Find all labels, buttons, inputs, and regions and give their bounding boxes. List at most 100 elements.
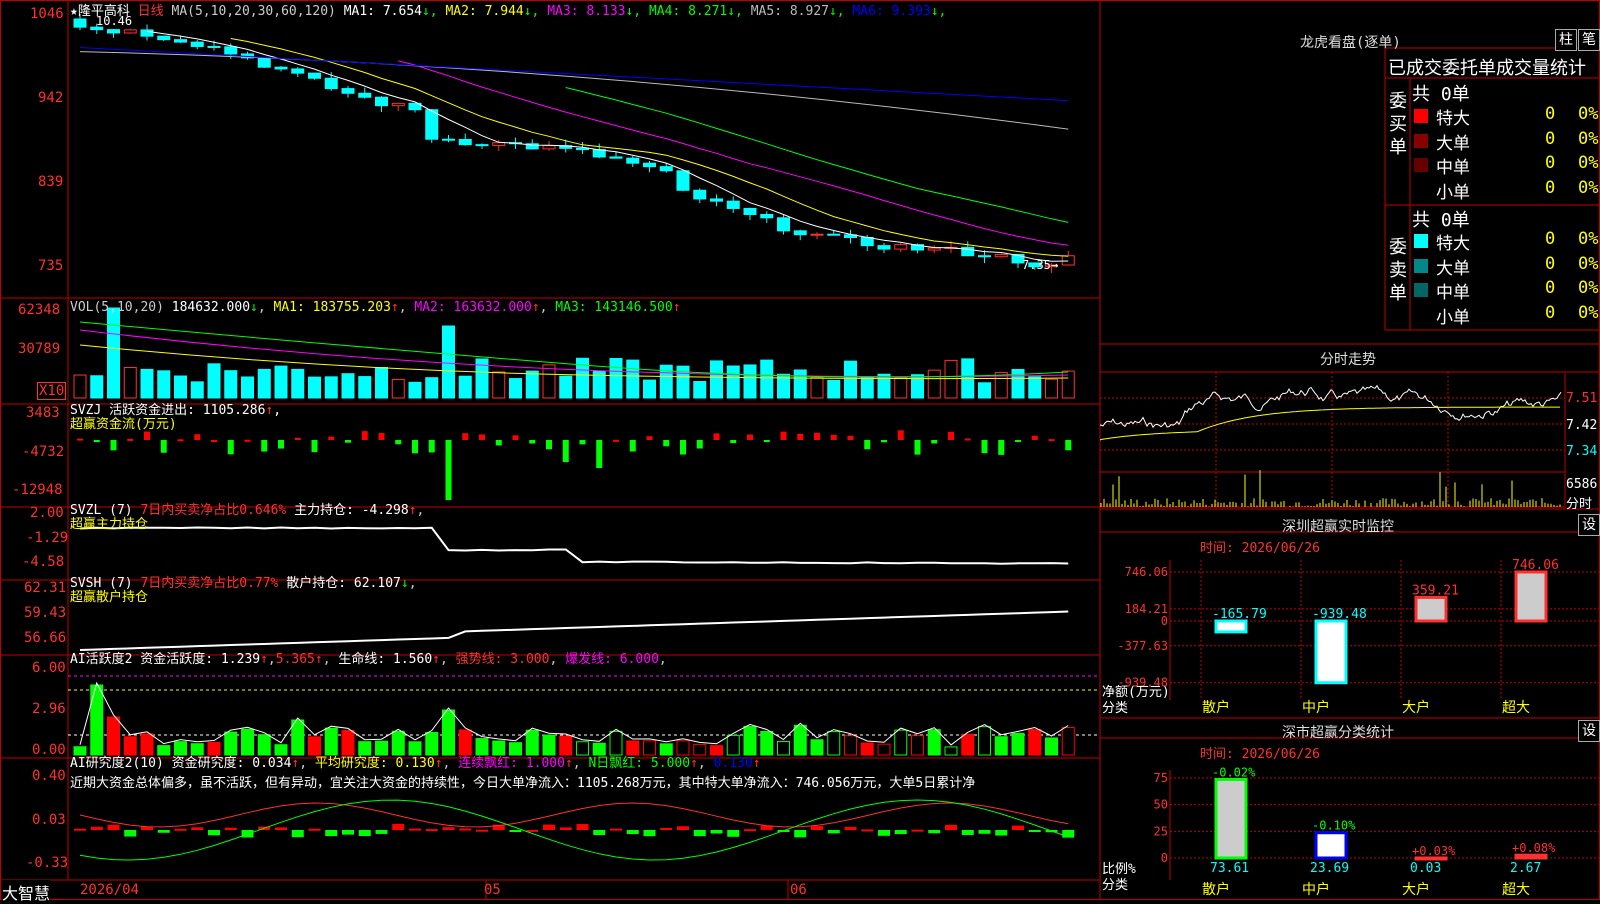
svzl-axis-2: -1.29	[26, 530, 69, 546]
ai2-bar	[928, 830, 941, 834]
svzj-bar	[948, 431, 954, 440]
monitor-axis-3: -377.63	[1117, 639, 1168, 653]
price-axis-3: 839	[38, 174, 64, 190]
candle-body	[1061, 255, 1075, 266]
buy-row-v: 0	[1545, 177, 1556, 198]
svzj-bar	[194, 434, 201, 440]
candle-body	[358, 92, 372, 98]
sell-row-name: 大单	[1436, 258, 1470, 279]
vol-bar	[944, 359, 958, 399]
vol-bar	[174, 375, 187, 399]
monitor-category-label: 大户	[1402, 699, 1430, 716]
classify-settings-button[interactable]: 设	[1578, 720, 1600, 742]
price-axis-4: 735	[38, 258, 64, 274]
classify-bar-散户	[1214, 777, 1248, 860]
candle-body	[609, 156, 623, 159]
monitor-settings-button[interactable]: 设	[1578, 514, 1600, 536]
lhb-subtitle: 已成交委托单成交量统计	[1388, 58, 1586, 79]
ai1-bar	[961, 733, 975, 756]
ai2-bar	[978, 830, 991, 834]
vol-bar	[207, 363, 221, 399]
ai2-bar	[945, 824, 957, 830]
ai1-bar	[90, 684, 104, 756]
svzj-bar	[780, 431, 787, 440]
tick-mode-button[interactable]: 笔	[1578, 29, 1600, 51]
svzj-bar	[546, 440, 552, 450]
ai2-bar	[626, 830, 639, 835]
vol-bar	[90, 375, 104, 399]
candle-body	[860, 237, 874, 247]
ma-line-2	[230, 38, 1069, 257]
vol-bar	[341, 373, 355, 399]
svsh-sub: 超赢散户持仓	[70, 590, 149, 605]
svzj-bar	[395, 440, 402, 445]
candle-body	[927, 247, 941, 251]
vol-bar	[1045, 378, 1058, 399]
ai2-bar	[844, 826, 857, 830]
candle-body	[123, 29, 137, 34]
svzj-bar	[814, 432, 820, 440]
ai1-bar	[810, 739, 824, 756]
svzj-bar	[998, 440, 1005, 455]
ma-line-5	[79, 51, 1069, 130]
candle-body	[73, 18, 87, 28]
vol-bar	[559, 375, 573, 399]
ai2-bar	[894, 830, 907, 835]
vol-axis-1: 62348	[18, 302, 61, 318]
vol-bar	[643, 379, 656, 399]
ai2-bar	[559, 827, 572, 830]
vol-bar	[810, 376, 824, 399]
vol-bar	[140, 368, 154, 399]
ai2-bar	[593, 830, 606, 836]
buy-row-name: 特大	[1436, 109, 1470, 129]
brand-label[interactable]: 大智慧	[2, 880, 51, 904]
sell-row-name: 中单	[1436, 283, 1470, 303]
vol-bar	[308, 376, 321, 399]
svsh-line	[79, 610, 1069, 651]
svzj-bar	[830, 434, 837, 440]
monitor-title: 深圳超赢实时监控	[1282, 519, 1394, 535]
vol-bar	[693, 381, 707, 399]
candle-body	[475, 144, 489, 147]
svzj-bar	[328, 436, 335, 440]
svzj-bar	[495, 440, 502, 446]
ai2-bar	[961, 830, 974, 835]
ma-value-2: MA2: 7.944	[437, 4, 524, 19]
buy-row-name: 中单	[1436, 158, 1470, 178]
bar-mode-button[interactable]: 柱	[1555, 29, 1577, 51]
ai2-bar	[693, 830, 706, 837]
candle-body	[308, 72, 321, 79]
buy-row-p: 0%	[1578, 104, 1599, 124]
ai2-bar	[677, 826, 689, 830]
ai2-bar	[643, 830, 656, 837]
classify-title: 深市超赢分类统计	[1282, 725, 1394, 741]
vol-bar	[274, 365, 288, 399]
vol-bar	[190, 381, 204, 399]
classify-axis-2: 25	[1154, 824, 1168, 838]
candle-body	[492, 142, 506, 147]
classify-bar-中户	[1314, 831, 1348, 860]
vol-bar	[241, 376, 254, 399]
price-header: ★隆平高科 日线 MA(5,10,20,30,60,120) MA1: 7.65…	[70, 0, 946, 19]
sell-row-name: 小单	[1436, 307, 1470, 328]
buy-total: 共 0单	[1412, 84, 1470, 105]
ai1-bar	[1061, 726, 1075, 756]
ai1-bar	[1011, 732, 1025, 756]
svzj-bar	[445, 440, 452, 500]
svzj-bar	[345, 440, 351, 443]
monitor-value-label: 359.21	[1412, 583, 1459, 598]
intraday-title: 分时走势	[1320, 352, 1376, 368]
sell-row-p: 0%	[1578, 253, 1599, 274]
buy-swatch	[1414, 182, 1428, 197]
sell-swatch	[1414, 283, 1428, 297]
svzj-bar	[864, 440, 871, 450]
svzj-bar	[77, 438, 83, 441]
svzl-axis-1: 2.00	[30, 505, 64, 521]
ai1-axis-3: 0.00	[32, 742, 66, 758]
intraday-axis-1: 7.51	[1566, 391, 1598, 406]
intraday-price-line	[1099, 384, 1562, 429]
ai1-bar	[107, 716, 120, 756]
buy-row-name: 大单	[1436, 133, 1470, 154]
classify-time: 时间: 2026/06/26	[1200, 747, 1320, 762]
period-label[interactable]: 日线	[138, 4, 164, 19]
